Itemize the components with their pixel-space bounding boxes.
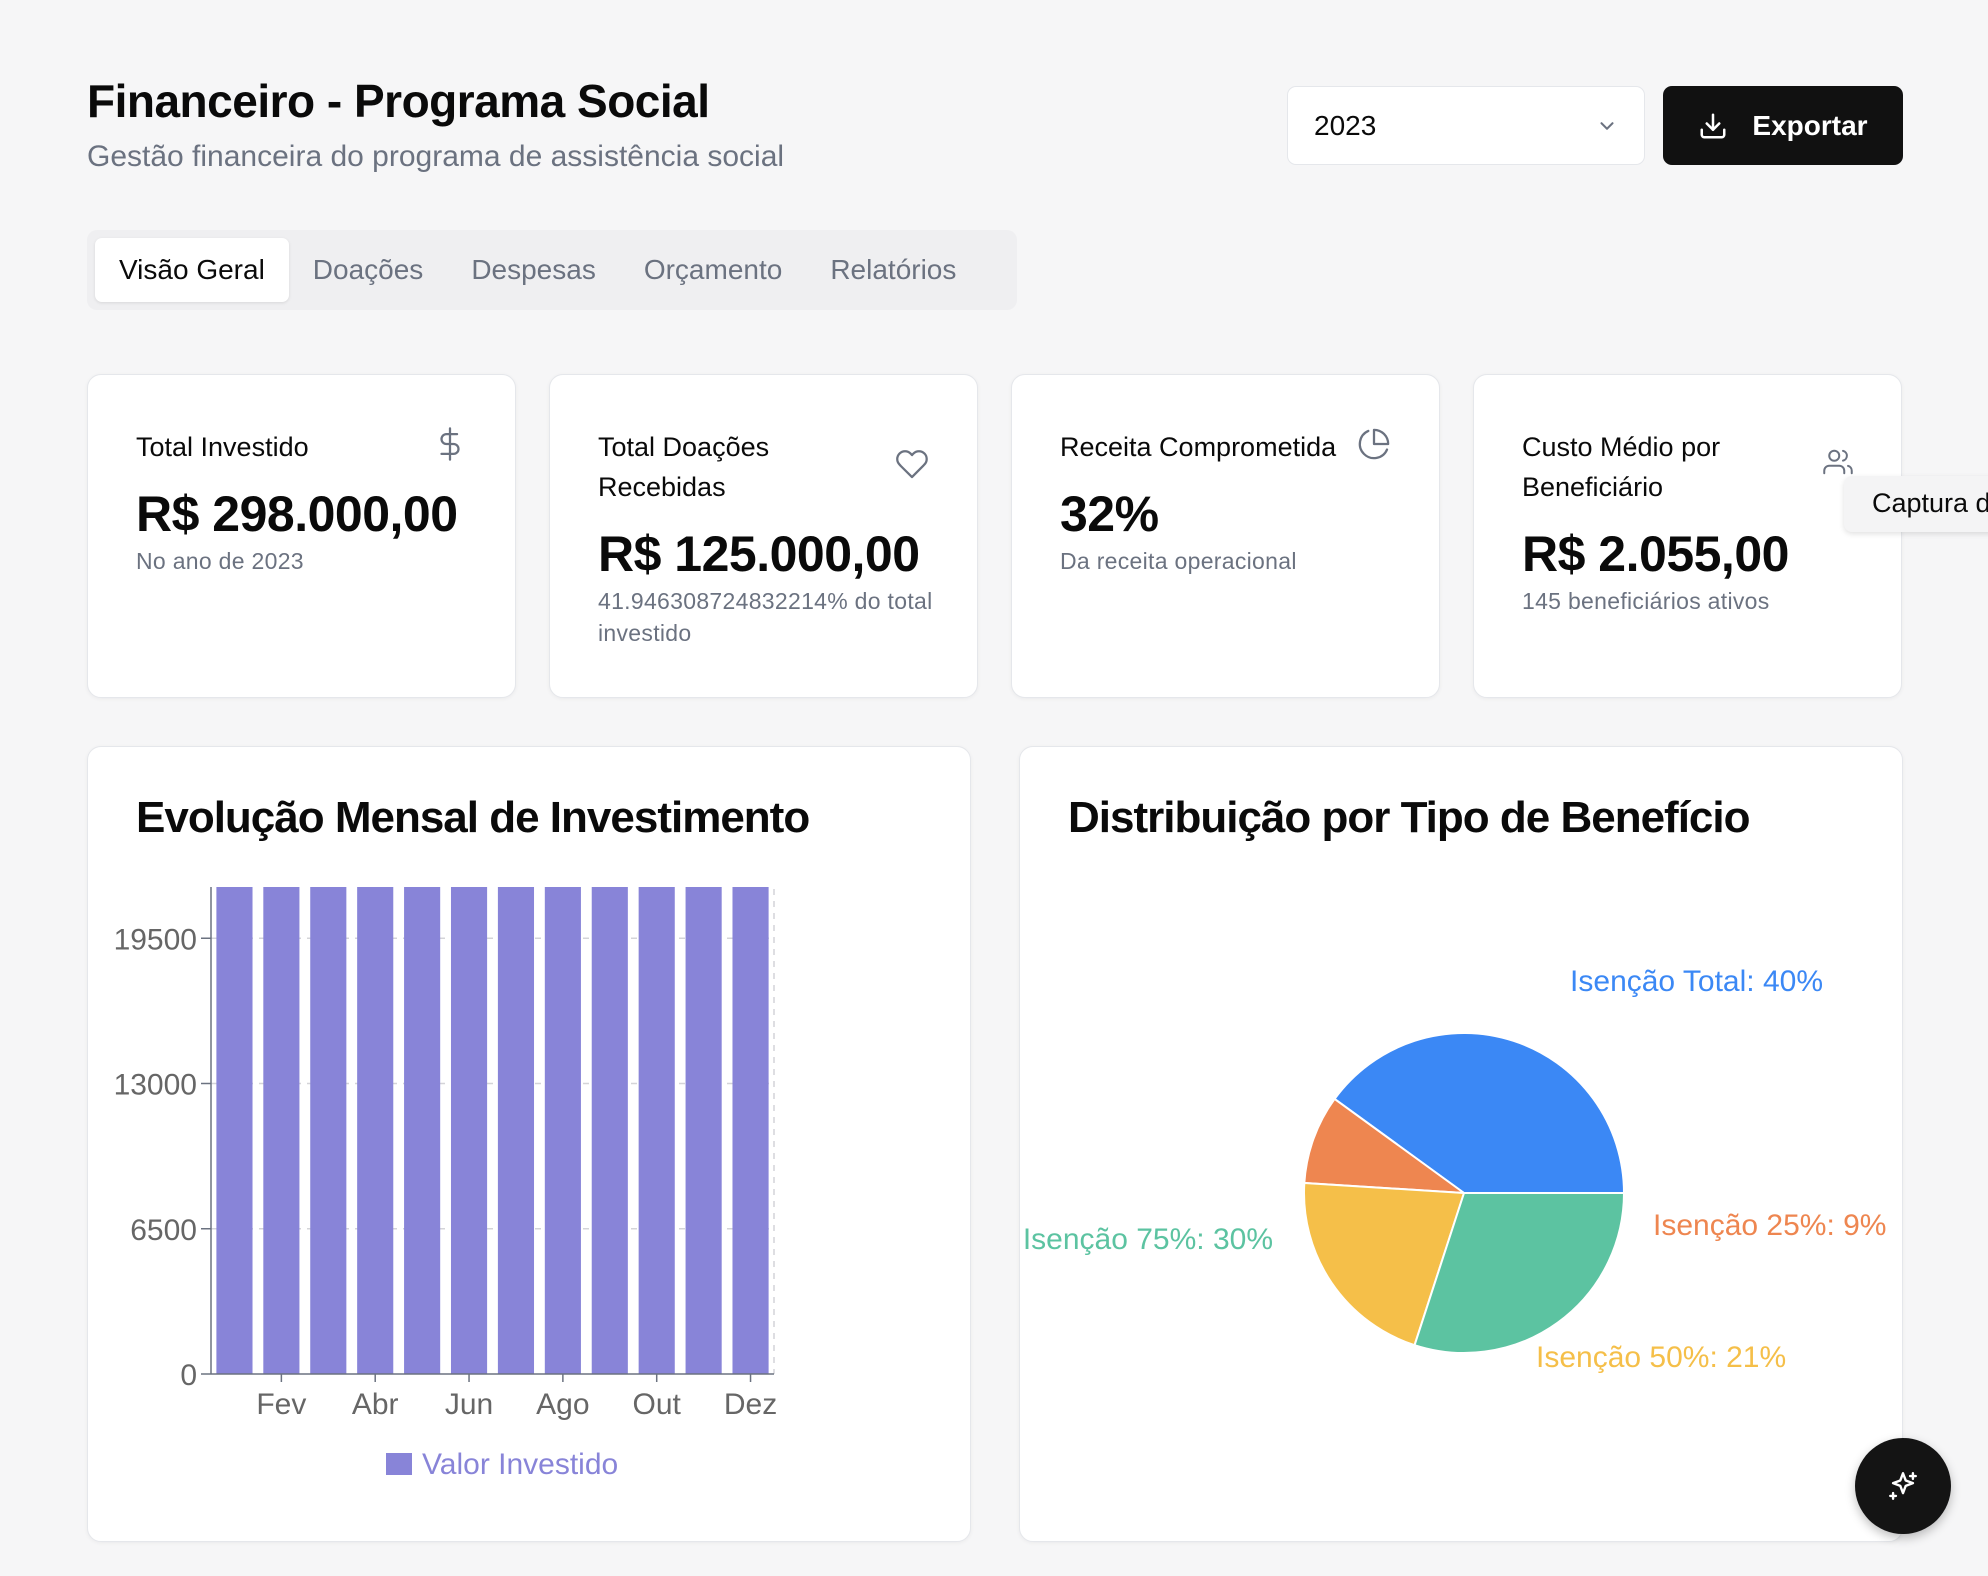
pie-label: Isenção 25%: 9% — [1653, 1209, 1886, 1242]
stat-card-total-investido: Total Investido R$ 298.000,00 No ano de … — [87, 374, 516, 698]
bar — [216, 887, 253, 1374]
users-icon — [1823, 449, 1853, 475]
tab-doacoes[interactable]: Doações — [289, 238, 448, 302]
pie-label: Isenção Total: 40% — [1570, 965, 1823, 998]
chart-title: Distribuição por Tipo de Benefício — [1068, 793, 1750, 842]
bar — [497, 887, 535, 1374]
export-button-label: Exportar — [1752, 109, 1868, 141]
bar — [404, 887, 441, 1374]
bar — [450, 887, 488, 1374]
stat-desc: No ano de 2023 — [136, 548, 304, 574]
pie-label: Isenção 50%: 21% — [1536, 1341, 1786, 1374]
year-select[interactable]: 2023 — [1287, 86, 1645, 165]
tab-despesas[interactable]: Despesas — [447, 238, 620, 302]
bar — [544, 887, 581, 1374]
stat-title: Receita Comprometida — [1060, 432, 1337, 462]
pie-label: Isenção 75%: 30% — [1023, 1223, 1273, 1256]
bar — [685, 887, 722, 1374]
year-select-value: 2023 — [1314, 109, 1377, 141]
x-tick-label: Abr — [352, 1388, 399, 1421]
y-tick-label: 0 — [180, 1359, 197, 1392]
stat-value: R$ 125.000,00 — [598, 526, 920, 582]
stat-value: 32% — [1060, 486, 1159, 542]
bar — [263, 887, 300, 1374]
bar — [310, 887, 347, 1374]
tab-visao-geral[interactable]: Visão Geral — [95, 238, 289, 302]
dollar-icon — [440, 427, 460, 461]
ai-assistant-button[interactable] — [1855, 1438, 1951, 1534]
stat-value: R$ 298.000,00 — [136, 486, 458, 542]
bar-chart: 06500130001950026000FevAbrJunAgoOutDezVa… — [114, 887, 777, 1481]
y-tick-label: 13000 — [114, 1069, 197, 1102]
legend-label: Valor Investido — [422, 1448, 618, 1481]
stat-title: Custo Médio por Beneficiário — [1522, 432, 1721, 502]
stat-title: Total Doações Recebidas — [598, 432, 770, 502]
page-subtitle: Gestão financeira do programa de assistê… — [87, 140, 785, 173]
tooltip: Captura de tela — [1844, 476, 1988, 532]
legend-swatch — [386, 1453, 412, 1475]
x-tick-label: Jun — [445, 1388, 493, 1421]
bar — [638, 887, 675, 1374]
stat-desc: 41.946308724832214% do total investido — [598, 588, 933, 646]
stat-title: Total Investido — [136, 432, 309, 462]
y-tick-label: 19500 — [114, 923, 197, 956]
x-tick-label: Fev — [256, 1388, 306, 1421]
pie-chart: Isenção Total: 40% Isenção 25%: 9% Isenção… — [1023, 965, 1887, 1374]
tab-relatorios[interactable]: Relatórios — [806, 238, 980, 302]
bar — [591, 887, 628, 1374]
stat-card-custo-medio: Custo Médio por Beneficiário R$ 2.055,00… — [1473, 374, 1902, 698]
x-tick-label: Ago — [536, 1388, 589, 1421]
y-tick-label: 6500 — [130, 1214, 197, 1247]
bar-chart-card: Evolução Mensal de Investimento 0 6500 130… — [87, 746, 971, 1542]
x-tick-label: Dez — [724, 1388, 777, 1421]
export-button[interactable]: Exportar — [1663, 86, 1903, 165]
stat-card-receita-comprometida: Receita Comprometida 32% Da receita oper… — [1011, 374, 1440, 698]
page-title: Financeiro - Programa Social — [87, 75, 710, 127]
x-tick-label: Out — [633, 1388, 682, 1421]
heart-icon — [896, 450, 928, 479]
bar — [357, 887, 394, 1374]
stat-desc: 145 beneficiários ativos — [1522, 588, 1770, 614]
stat-desc: Da receita operacional — [1060, 548, 1297, 574]
sparkles-icon — [1889, 1472, 1917, 1500]
chevron-down-icon — [1600, 121, 1614, 130]
download-icon — [1700, 113, 1726, 138]
stat-card-total-doacoes: Total Doações Recebidas R$ 125.000,00 41… — [549, 374, 978, 698]
tab-orcamento[interactable]: Orçamento — [620, 238, 807, 302]
pie-chart-card: Distribuição por Tipo de Benefício Isenç… — [1019, 746, 1903, 1542]
bar — [732, 887, 769, 1374]
chart-title: Evolução Mensal de Investimento — [136, 793, 810, 842]
stat-value: R$ 2.055,00 — [1522, 526, 1789, 582]
tab-list: Visão Geral Doações Despesas Orçamento R… — [87, 230, 1017, 310]
pie-chart-icon — [1358, 428, 1390, 460]
